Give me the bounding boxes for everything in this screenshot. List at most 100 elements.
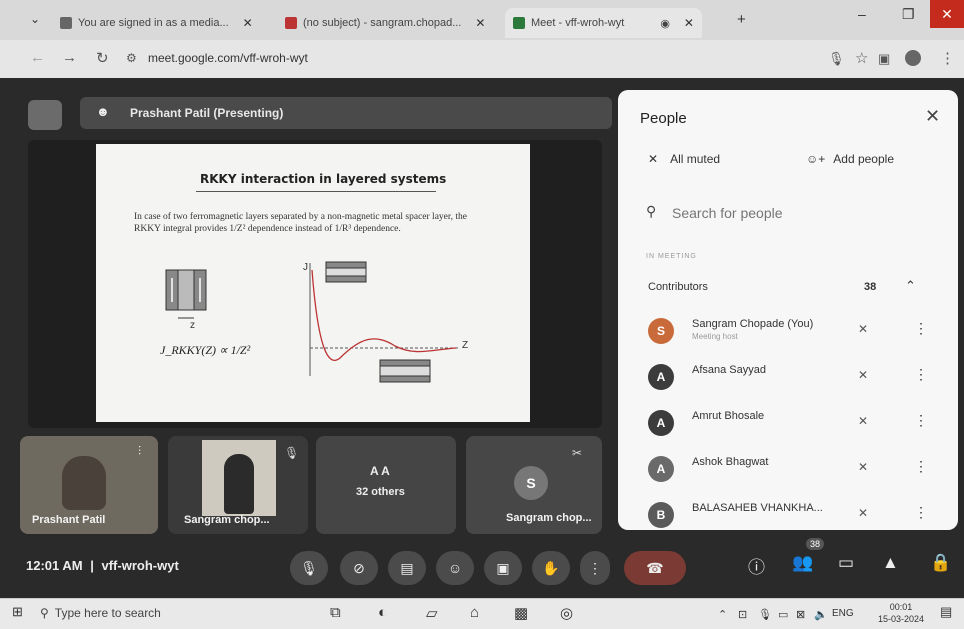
tray-mic-icon[interactable]: 🎙 [758, 608, 772, 621]
browser-menu-icon[interactable]: ⋮ [940, 49, 955, 67]
gmail-icon [285, 17, 297, 29]
participant-name: Sangram Chopade (You) [692, 318, 814, 330]
activities-icon[interactable]: ▲ [882, 553, 899, 573]
muted-mic-icon[interactable]: ✕ [858, 506, 868, 520]
taskbar-date: 15-03-2024 [878, 614, 925, 624]
captions-button[interactable]: ▤ [388, 551, 426, 585]
reload-icon[interactable]: ↻ [96, 49, 109, 67]
taskbar-clock[interactable]: 00:01 15-03-2024 [878, 601, 924, 625]
office-icon[interactable]: ▩ [514, 604, 528, 622]
mic-button[interactable]: 🎙 [290, 551, 328, 585]
tab-close-icon[interactable]: ✕ [684, 16, 694, 30]
participant-name: Sangram chop... [184, 514, 270, 526]
tray-display-icon[interactable]: ▭ [778, 608, 788, 621]
contributors-label[interactable]: Contributors [648, 281, 708, 293]
muted-mic-icon[interactable]: ✕ [858, 414, 868, 428]
all-muted-button[interactable]: ✕ All muted [648, 152, 720, 166]
slide-title-underline [196, 191, 436, 192]
more-vert-icon[interactable]: ⋮ [914, 412, 928, 429]
camera-button[interactable]: ⊘ [340, 551, 378, 585]
task-view-icon[interactable]: ⧉ [330, 604, 341, 621]
tray-wifi-icon[interactable]: ⊠ [796, 608, 805, 621]
phone-hangup-icon: ☎ [646, 559, 664, 576]
participant-tile-others[interactable]: A A 32 others [316, 436, 456, 534]
more-vert-icon[interactable]: ⋮ [914, 458, 928, 475]
more-options-button[interactable]: ⋮ [580, 551, 610, 585]
participant-name: Afsana Sayyad [692, 364, 766, 376]
avatar: A [648, 364, 674, 390]
participant-row[interactable]: A Afsana Sayyad ✕ ⋮ [648, 358, 938, 398]
chevron-up-icon[interactable]: ⌃ [905, 278, 916, 294]
raise-hand-button[interactable]: ✋ [532, 551, 570, 585]
maximize-button[interactable]: ❐ [902, 6, 915, 23]
participant-tile-sangram[interactable]: 🎙 Sangram chop... [168, 436, 308, 534]
others-initials: A A [370, 464, 390, 478]
present-button[interactable]: ▣ [484, 551, 522, 585]
tab-close-icon[interactable]: ✕ [243, 16, 253, 30]
muted-mic-icon: ✂ [572, 446, 583, 460]
emoji-icon: ☺ [447, 560, 463, 576]
leave-call-button[interactable]: ☎ [624, 551, 686, 585]
info-icon[interactable]: ⓘ [748, 553, 765, 578]
forward-arrow-icon[interactable]: → [62, 49, 77, 66]
people-icon[interactable]: 👥 [792, 553, 813, 573]
store-icon[interactable]: ⌂ [470, 604, 479, 621]
participant-tile-sangram-self[interactable]: S ✂ Sangram chop... [466, 436, 602, 534]
profile-avatar[interactable] [905, 50, 921, 66]
tab-media-signin[interactable]: You are signed in as a media... ✕ [60, 8, 253, 38]
participant-row[interactable]: S Sangram Chopade (You) Meeting host ✕ ⋮ [648, 312, 938, 352]
participant-tile-prashant[interactable]: ⫶ Prashant Patil [20, 436, 158, 534]
notifications-icon[interactable]: ▤ [940, 604, 952, 620]
tab-gmail[interactable]: (no subject) - sangram.chopad... ✕ [285, 8, 485, 38]
new-tab-button[interactable]: + [737, 11, 746, 28]
more-vert-icon: ⋮ [588, 559, 602, 576]
tab-favicon-icon [60, 17, 72, 29]
add-people-button[interactable]: ☺+ Add people [806, 152, 894, 166]
tray-volume-icon[interactable]: 🔈 [814, 608, 828, 621]
more-vert-icon[interactable]: ⋮ [914, 504, 928, 521]
site-settings-icon[interactable]: ⚙ [126, 51, 137, 65]
search-input[interactable] [670, 204, 924, 222]
layout-icon[interactable] [28, 100, 62, 130]
meeting-clock: 12:01 AM | vff-wroh-wyt [26, 558, 179, 573]
participant-video-silhouette [62, 456, 106, 510]
bookmark-star-icon[interactable]: ☆ [855, 49, 868, 67]
file-explorer-icon[interactable]: ▱ [426, 604, 438, 622]
tab-close-icon[interactable]: ✕ [475, 16, 485, 30]
windows-start-icon[interactable]: ⊞ [12, 604, 23, 620]
muted-mic-icon: 🎙 [284, 446, 300, 460]
url-text[interactable]: meet.google.com/vff-wroh-wyt [148, 51, 308, 65]
host-controls-lock-icon[interactable]: 🔒 [930, 553, 951, 573]
participant-row[interactable]: B BALASAHEB VHANKHA... ✕ ⋮ [648, 496, 938, 536]
tray-chevron-icon[interactable]: ⌃ [718, 608, 727, 621]
taskbar-search[interactable]: ⚲ Type here to search [40, 606, 161, 620]
back-arrow-icon[interactable]: ← [30, 49, 45, 66]
avatar: S [648, 318, 674, 344]
chrome-icon[interactable]: ◎ [560, 604, 573, 622]
captions-icon: ▤ [400, 559, 414, 576]
tray-network-icon[interactable]: ⊡ [738, 608, 747, 621]
close-icon[interactable]: ✕ [925, 106, 940, 127]
more-vert-icon[interactable]: ⋮ [914, 366, 928, 383]
language-indicator[interactable]: ENG [832, 608, 854, 619]
muted-mic-icon[interactable]: ✕ [858, 460, 868, 474]
edge-browser-icon[interactable]: ◐ [378, 604, 387, 621]
more-vert-icon[interactable]: ⋮ [914, 320, 928, 337]
slide-axis-j: J [303, 262, 308, 273]
muted-mic-icon[interactable]: ✕ [858, 322, 868, 336]
panel-title: People [640, 110, 687, 127]
participant-row[interactable]: A Amrut Bhosale ✕ ⋮ [648, 404, 938, 444]
tab-list-chevron-icon[interactable]: ⌄ [30, 12, 40, 26]
meet-icon [513, 17, 525, 29]
minimize-button[interactable]: – [858, 6, 866, 22]
emoji-button[interactable]: ☺ [436, 551, 474, 585]
tab-meet[interactable]: Meet - vff-wroh-wyt ◉ ✕ [505, 8, 702, 38]
microphone-permission-icon[interactable]: 🎙 [828, 51, 845, 67]
participant-row[interactable]: A Ashok Bhagwat ✕ ⋮ [648, 450, 938, 490]
sidebar-icon[interactable]: ▣ [878, 51, 890, 67]
close-window-button[interactable]: ✕ [930, 0, 964, 28]
muted-mic-icon[interactable]: ✕ [858, 368, 868, 382]
chat-icon[interactable]: ▭ [838, 553, 854, 573]
presenter-icon: ☻ [96, 104, 110, 119]
participant-name: Ashok Bhagwat [692, 456, 769, 468]
